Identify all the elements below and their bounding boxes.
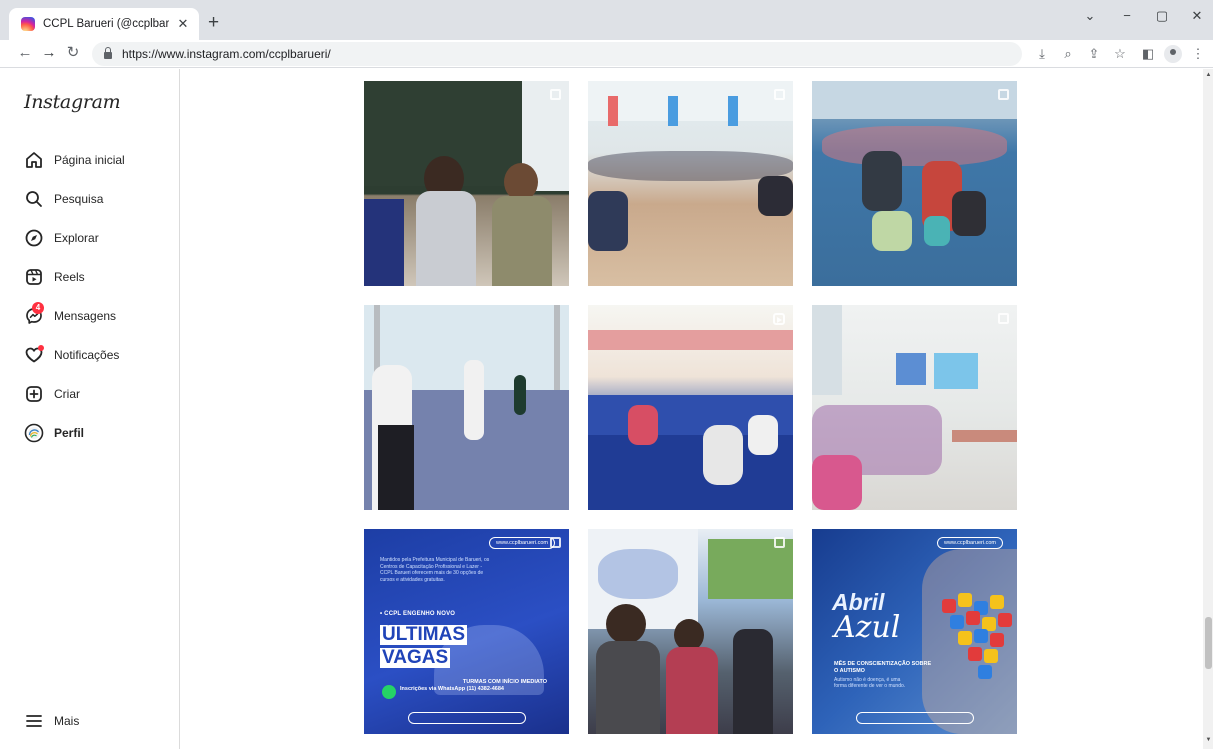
promo-url-pill: www.ccplbarueri.com — [489, 537, 555, 549]
tab-title: CCPL Barueri (@ccplbarueri) • Fo — [43, 18, 169, 30]
avatar — [24, 423, 44, 443]
tab-close-icon[interactable]: ✕ — [175, 16, 191, 32]
sidebar-item-home[interactable]: Página inicial — [24, 148, 125, 172]
new-tab-button[interactable]: + — [208, 13, 219, 33]
carousel-icon — [550, 89, 561, 100]
side-panel-icon[interactable]: ◧ — [1140, 46, 1156, 62]
post-thumbnail[interactable] — [588, 529, 793, 734]
post-thumbnail[interactable] — [812, 305, 1017, 510]
unread-messages-badge: 4 — [32, 302, 44, 314]
carousel-icon — [774, 89, 785, 100]
abril-title: MÊS DE CONSCIENTIZAÇÃO SOBRE O AUTISMO — [834, 661, 932, 674]
notification-dot — [38, 345, 44, 351]
sidebar-item-create[interactable]: Criar — [24, 382, 80, 406]
sidebar-item-label: Mais — [54, 714, 80, 728]
sponsor-logos — [856, 712, 974, 724]
sidebar-item-label: Mensagens — [54, 309, 117, 323]
scroll-up-arrow-icon[interactable]: ▲ — [1205, 72, 1212, 78]
sidebar-item-label: Página inicial — [54, 153, 125, 167]
url-text: https://www.instagram.com/ccplbarueri/ — [122, 47, 331, 61]
plus-square-icon — [24, 384, 44, 404]
profile-avatar-icon[interactable] — [1164, 45, 1182, 63]
profile-post-grid: www.ccplbarueri.com Mantidos pela Prefei… — [364, 81, 1017, 749]
abril-description: Autismo não é doença, é uma forma difere… — [834, 677, 906, 689]
sidebar-item-reels[interactable]: Reels — [24, 265, 85, 289]
heart-icon — [24, 345, 44, 365]
promo-headline-1: ÚLTIMAS — [380, 624, 468, 645]
promo-turmas-text: TURMAS COM INÍCIO IMEDIATO — [462, 679, 547, 685]
sidebar-item-label: Notificações — [54, 348, 120, 362]
browser-toolbar: ← → ↻ https://www.instagram.com/ccplbaru… — [0, 40, 1213, 68]
post-thumbnail[interactable]: www.ccplbarueri.com Mantidos pela Prefei… — [364, 529, 569, 734]
minimize-button[interactable]: − — [1117, 8, 1137, 23]
sidebar-item-more[interactable]: Mais — [24, 709, 79, 733]
bookmark-star-icon[interactable]: ☆ — [1112, 46, 1128, 62]
reload-icon[interactable]: ↻ — [64, 44, 82, 62]
sidebar-item-search[interactable]: Pesquisa — [24, 187, 103, 211]
sidebar-item-label: Pesquisa — [54, 192, 104, 206]
back-icon[interactable]: ← — [16, 44, 34, 62]
scroll-down-arrow-icon[interactable]: ▼ — [1205, 737, 1212, 743]
sidebar-item-profile[interactable]: Perfil — [24, 421, 84, 445]
sidebar-item-notifications[interactable]: Notificações — [24, 343, 119, 367]
scrollbar-thumb[interactable] — [1205, 617, 1212, 669]
promo-whatsapp-text: Inscrições via WhatsApp (11) 4382-4684 — [400, 686, 504, 692]
sponsor-logos — [408, 712, 526, 724]
sidebar-item-messages[interactable]: 4 Mensagens — [24, 302, 117, 328]
compass-icon — [24, 228, 44, 248]
carousel-icon — [998, 89, 1009, 100]
tab-search-button[interactable]: ⌄ — [1080, 8, 1100, 24]
home-icon — [24, 150, 44, 170]
post-thumbnail[interactable] — [588, 305, 793, 510]
sidebar-item-explore[interactable]: Explorar — [24, 226, 99, 250]
lock-icon — [104, 47, 112, 59]
share-icon[interactable]: ⇪ — [1086, 46, 1102, 62]
sidebar-item-label: Explorar — [54, 231, 99, 245]
sidebar-item-label: Reels — [54, 270, 85, 284]
instagram-logo[interactable]: Instagram — [24, 91, 121, 113]
messenger-icon: 4 — [24, 302, 44, 326]
instagram-sidebar: Instagram Página inicial Pesquisa Explor… — [0, 69, 180, 749]
search-icon — [24, 189, 44, 209]
reels-icon — [24, 267, 44, 287]
promo-url-pill: www.ccplbarueri.com — [937, 537, 1003, 549]
post-thumbnail[interactable] — [812, 81, 1017, 286]
promo-headline-2: VAGAS — [380, 647, 451, 668]
kebab-menu-icon[interactable]: ⋮ — [1190, 46, 1206, 62]
close-window-button[interactable]: ✕ — [1187, 8, 1207, 24]
whatsapp-icon — [382, 685, 396, 699]
post-thumbnail[interactable]: www.ccplbarueri.com Abril Azul MÊS DE CO… — [812, 529, 1017, 734]
page-scrollbar[interactable]: ▲ ▼ — [1203, 69, 1213, 749]
promo-subtitle: • CCPL ENGENHO NOVO — [380, 611, 456, 617]
reel-icon — [773, 313, 785, 325]
install-app-icon[interactable]: ⤓ — [1034, 46, 1050, 62]
sidebar-item-label: Perfil — [54, 426, 85, 440]
azul-word: Azul — [834, 610, 901, 645]
forward-icon[interactable]: → — [40, 44, 58, 62]
carousel-icon — [550, 537, 561, 548]
sidebar-item-label: Criar — [54, 387, 80, 401]
promo-description: Mantidos pela Prefeitura Municipal de Ba… — [380, 557, 490, 583]
menu-icon — [24, 711, 44, 731]
carousel-icon — [774, 537, 785, 548]
instagram-favicon-icon — [21, 17, 35, 31]
address-bar[interactable]: https://www.instagram.com/ccplbarueri/ — [92, 42, 1022, 66]
browser-tab-strip: CCPL Barueri (@ccplbarueri) • Fo ✕ + ⌄ −… — [0, 0, 1213, 40]
maximize-button[interactable]: ▢ — [1152, 8, 1172, 24]
zoom-icon[interactable]: ⌕ — [1060, 46, 1076, 62]
post-thumbnail[interactable] — [588, 81, 793, 286]
post-thumbnail[interactable] — [364, 305, 569, 510]
post-thumbnail[interactable] — [364, 81, 569, 286]
carousel-icon — [998, 313, 1009, 324]
browser-tab[interactable]: CCPL Barueri (@ccplbarueri) • Fo ✕ — [9, 8, 199, 40]
